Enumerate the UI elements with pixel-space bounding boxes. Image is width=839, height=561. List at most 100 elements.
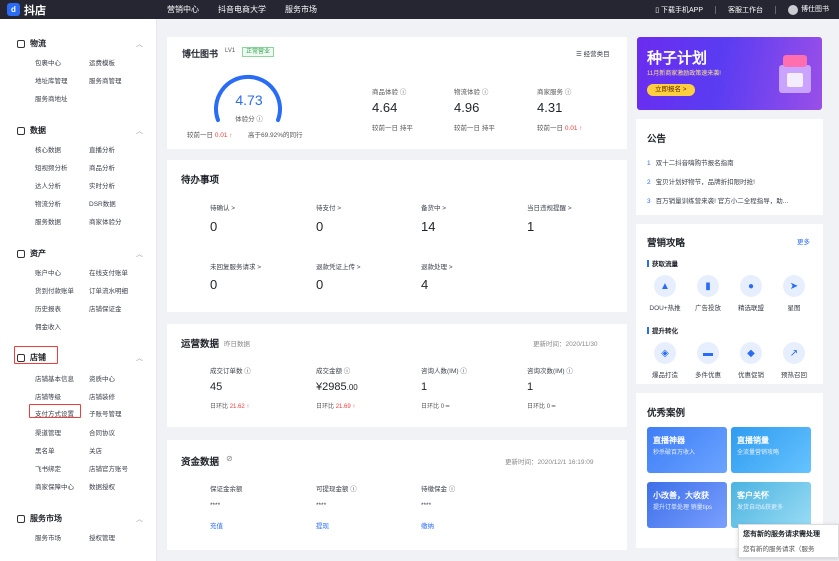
tool-promo[interactable]: ◆ 优惠促销 bbox=[733, 342, 769, 379]
sidebar-item[interactable]: 商家保障中心 bbox=[35, 481, 74, 491]
todo-item-label[interactable]: 待支付 > bbox=[316, 202, 341, 212]
sidebar-item[interactable]: 订单流水明细 bbox=[89, 285, 128, 295]
sidebar-item[interactable]: 历史报表 bbox=[35, 303, 61, 313]
sidebar-item[interactable]: 店铺基本信息 bbox=[35, 373, 74, 383]
case-card[interactable]: 小改善，大收获 提升订单处理 销量tips bbox=[647, 482, 727, 528]
workbench-link[interactable]: 客服工作台 bbox=[728, 5, 763, 15]
sidebar-item[interactable]: 关店 bbox=[89, 445, 102, 455]
sidebar-item[interactable]: 店铺官方账号 bbox=[89, 463, 128, 473]
tool-hot-item[interactable]: ◈ 爆品打造 bbox=[647, 342, 683, 379]
todo-item-label[interactable]: 退款处理 > bbox=[421, 261, 453, 271]
todo-item-value[interactable]: 4 bbox=[421, 277, 428, 292]
eye-off-icon[interactable]: ⊘ bbox=[226, 454, 233, 463]
tool-dou-plus[interactable]: ▲ DOU+热推 bbox=[647, 275, 683, 312]
signup-button[interactable]: 立即报名 > bbox=[647, 84, 695, 96]
todo-item-label[interactable]: 未回复服务请求 > bbox=[210, 261, 261, 271]
sidebar-item[interactable]: 直播分析 bbox=[89, 144, 115, 154]
tool-alliance[interactable]: ● 精选联盟 bbox=[733, 275, 769, 312]
sidebar-item[interactable]: 账户中心 bbox=[35, 267, 61, 277]
sidebar-item[interactable]: 运费模板 bbox=[89, 57, 115, 67]
sidebar-item[interactable]: 货到付款账单 bbox=[35, 285, 74, 295]
chevron-up-icon[interactable]: ︿ bbox=[136, 39, 143, 49]
sidebar-item[interactable]: 数据授权 bbox=[89, 481, 115, 491]
todo-item-value[interactable]: 0 bbox=[210, 219, 217, 234]
sidebar-item[interactable]: 飞书绑定 bbox=[35, 463, 61, 473]
sidebar-item[interactable]: 合同协议 bbox=[89, 427, 115, 437]
tool-recall[interactable]: ↗ 预热召回 bbox=[776, 342, 812, 379]
todo-item-label[interactable]: 待确认 > bbox=[210, 202, 235, 212]
todo-item-value[interactable]: 1 bbox=[527, 219, 534, 234]
sidebar-item[interactable]: 佣金收入 bbox=[35, 321, 61, 331]
sidebar-item[interactable]: 服务市场 bbox=[35, 532, 61, 542]
sidebar-item[interactable]: 黑名单 bbox=[35, 445, 55, 455]
stat-label: 咨询人数(IM) ⓘ bbox=[421, 368, 467, 375]
sidebar-group-logistics[interactable]: 物流 bbox=[17, 38, 46, 49]
sidebar-item[interactable]: 包裹中心 bbox=[35, 57, 61, 67]
sidebar-group-assets[interactable]: 资产 bbox=[17, 248, 46, 259]
sidebar-item[interactable]: 店铺装修 bbox=[89, 391, 115, 401]
sidebar-item[interactable]: 地址库管理 bbox=[35, 75, 68, 85]
notice-item[interactable]: 3 百万销量训练营来袭! 官方小二全程指导，助... bbox=[647, 195, 815, 205]
todo-item-value[interactable]: 0 bbox=[316, 277, 323, 292]
notification-toast[interactable]: 您有新的服务请求需处理 您有新的服务请求（服务 bbox=[738, 524, 839, 558]
logo[interactable]: d 抖店 bbox=[7, 3, 46, 17]
logo-mark: d bbox=[7, 3, 20, 16]
sidebar-item[interactable]: 服务商地址 bbox=[35, 93, 68, 103]
topnav-university[interactable]: 抖音电商大学 bbox=[218, 4, 266, 15]
sidebar-item[interactable]: 达人分析 bbox=[35, 180, 61, 190]
tool-ads[interactable]: ▮ 广告投放 bbox=[690, 275, 726, 312]
topnav-marketing[interactable]: 营销中心 bbox=[167, 4, 199, 15]
sidebar-item[interactable]: 资质中心 bbox=[89, 373, 115, 383]
download-app-link[interactable]: ▯ 下载手机APP bbox=[655, 5, 703, 15]
recharge-link[interactable]: 充值 bbox=[210, 520, 223, 530]
todo-item-value[interactable]: 0 bbox=[316, 219, 323, 234]
case-card[interactable]: 直播销量 全流量营销攻略 bbox=[731, 427, 811, 473]
sidebar-item[interactable]: 授权管理 bbox=[89, 532, 115, 542]
notice-item[interactable]: 1 双十二抖音嗨购节报名指南 bbox=[647, 157, 815, 167]
top-right: ▯ 下载手机APP 客服工作台 博仕图书 bbox=[655, 0, 829, 19]
todo-item-label[interactable]: 退款凭证上传 > bbox=[316, 261, 361, 271]
sidebar-item[interactable]: 服务商管理 bbox=[89, 75, 122, 85]
user-menu[interactable]: 博仕图书 bbox=[788, 4, 829, 15]
sidebar-item[interactable]: 店铺保证金 bbox=[89, 303, 122, 313]
tool-xingtu[interactable]: ➤ 星图 bbox=[776, 275, 812, 312]
sidebar-item[interactable]: 实时分析 bbox=[89, 180, 115, 190]
sidebar-item[interactable]: DSR数据 bbox=[89, 198, 116, 208]
chevron-up-icon[interactable]: ︿ bbox=[136, 249, 143, 259]
sidebar-item-payment-settings[interactable]: 支付方式设置 bbox=[35, 408, 74, 418]
case-card[interactable]: 客户关怀 发货自动&获更多 bbox=[731, 482, 811, 528]
chevron-up-icon[interactable]: ︿ bbox=[136, 514, 143, 524]
notice-item[interactable]: 2 宝贝计划好物节，品牌折扣限时抢! bbox=[647, 176, 815, 186]
sidebar-item[interactable]: 商家体验分 bbox=[89, 216, 122, 226]
sidebar-item[interactable]: 短视频分析 bbox=[35, 162, 68, 172]
more-link[interactable]: 更多 bbox=[797, 236, 810, 246]
sidebar-item[interactable]: 物流分析 bbox=[35, 198, 61, 208]
promo-banner[interactable]: 种子计划 11月新商家激励政策速来袭! 立即报名 > bbox=[637, 37, 822, 110]
todo-item-label[interactable]: 备货中 > bbox=[421, 202, 446, 212]
withdraw-link[interactable]: 提现 bbox=[316, 520, 329, 530]
category-link[interactable]: ☰ 经营类目 bbox=[576, 48, 610, 58]
sidebar-item[interactable]: 渠道管理 bbox=[35, 427, 61, 437]
sidebar-item[interactable]: 商品分析 bbox=[89, 162, 115, 172]
sidebar-item[interactable]: 服务数据 bbox=[35, 216, 61, 226]
chevron-up-icon[interactable]: ︿ bbox=[136, 126, 143, 136]
case-card[interactable]: 直播神器 秒杀破百万收入 bbox=[647, 427, 727, 473]
fund-value: **** bbox=[210, 502, 221, 509]
todo-item-value[interactable]: 14 bbox=[421, 219, 435, 234]
rank-text: 高于69.92%的同行 bbox=[248, 132, 303, 139]
topnav-service-market[interactable]: 服务市场 bbox=[285, 4, 317, 15]
accent-bar bbox=[647, 326, 649, 334]
tool-multi-discount[interactable]: ▬ 多件优惠 bbox=[690, 342, 726, 379]
sidebar-group-service-market[interactable]: 服务市场 bbox=[17, 513, 62, 524]
sidebar-item[interactable]: 子账号管理 bbox=[89, 408, 122, 418]
todo-item-label[interactable]: 当日违规提醒 > bbox=[527, 202, 572, 212]
chevron-up-icon[interactable]: ︿ bbox=[136, 353, 143, 363]
sidebar-item[interactable]: 店铺等级 bbox=[35, 391, 61, 401]
todo-item-value[interactable]: 0 bbox=[210, 277, 217, 292]
pay-link[interactable]: 缴纳 bbox=[421, 520, 434, 530]
group-title: 资产 bbox=[30, 249, 46, 258]
sidebar-group-data[interactable]: 数据 bbox=[17, 125, 46, 136]
sidebar-item[interactable]: 核心数据 bbox=[35, 144, 61, 154]
sidebar-item[interactable]: 在线支付账单 bbox=[89, 267, 128, 277]
sidebar-group-shop[interactable]: 店铺 bbox=[17, 352, 46, 363]
